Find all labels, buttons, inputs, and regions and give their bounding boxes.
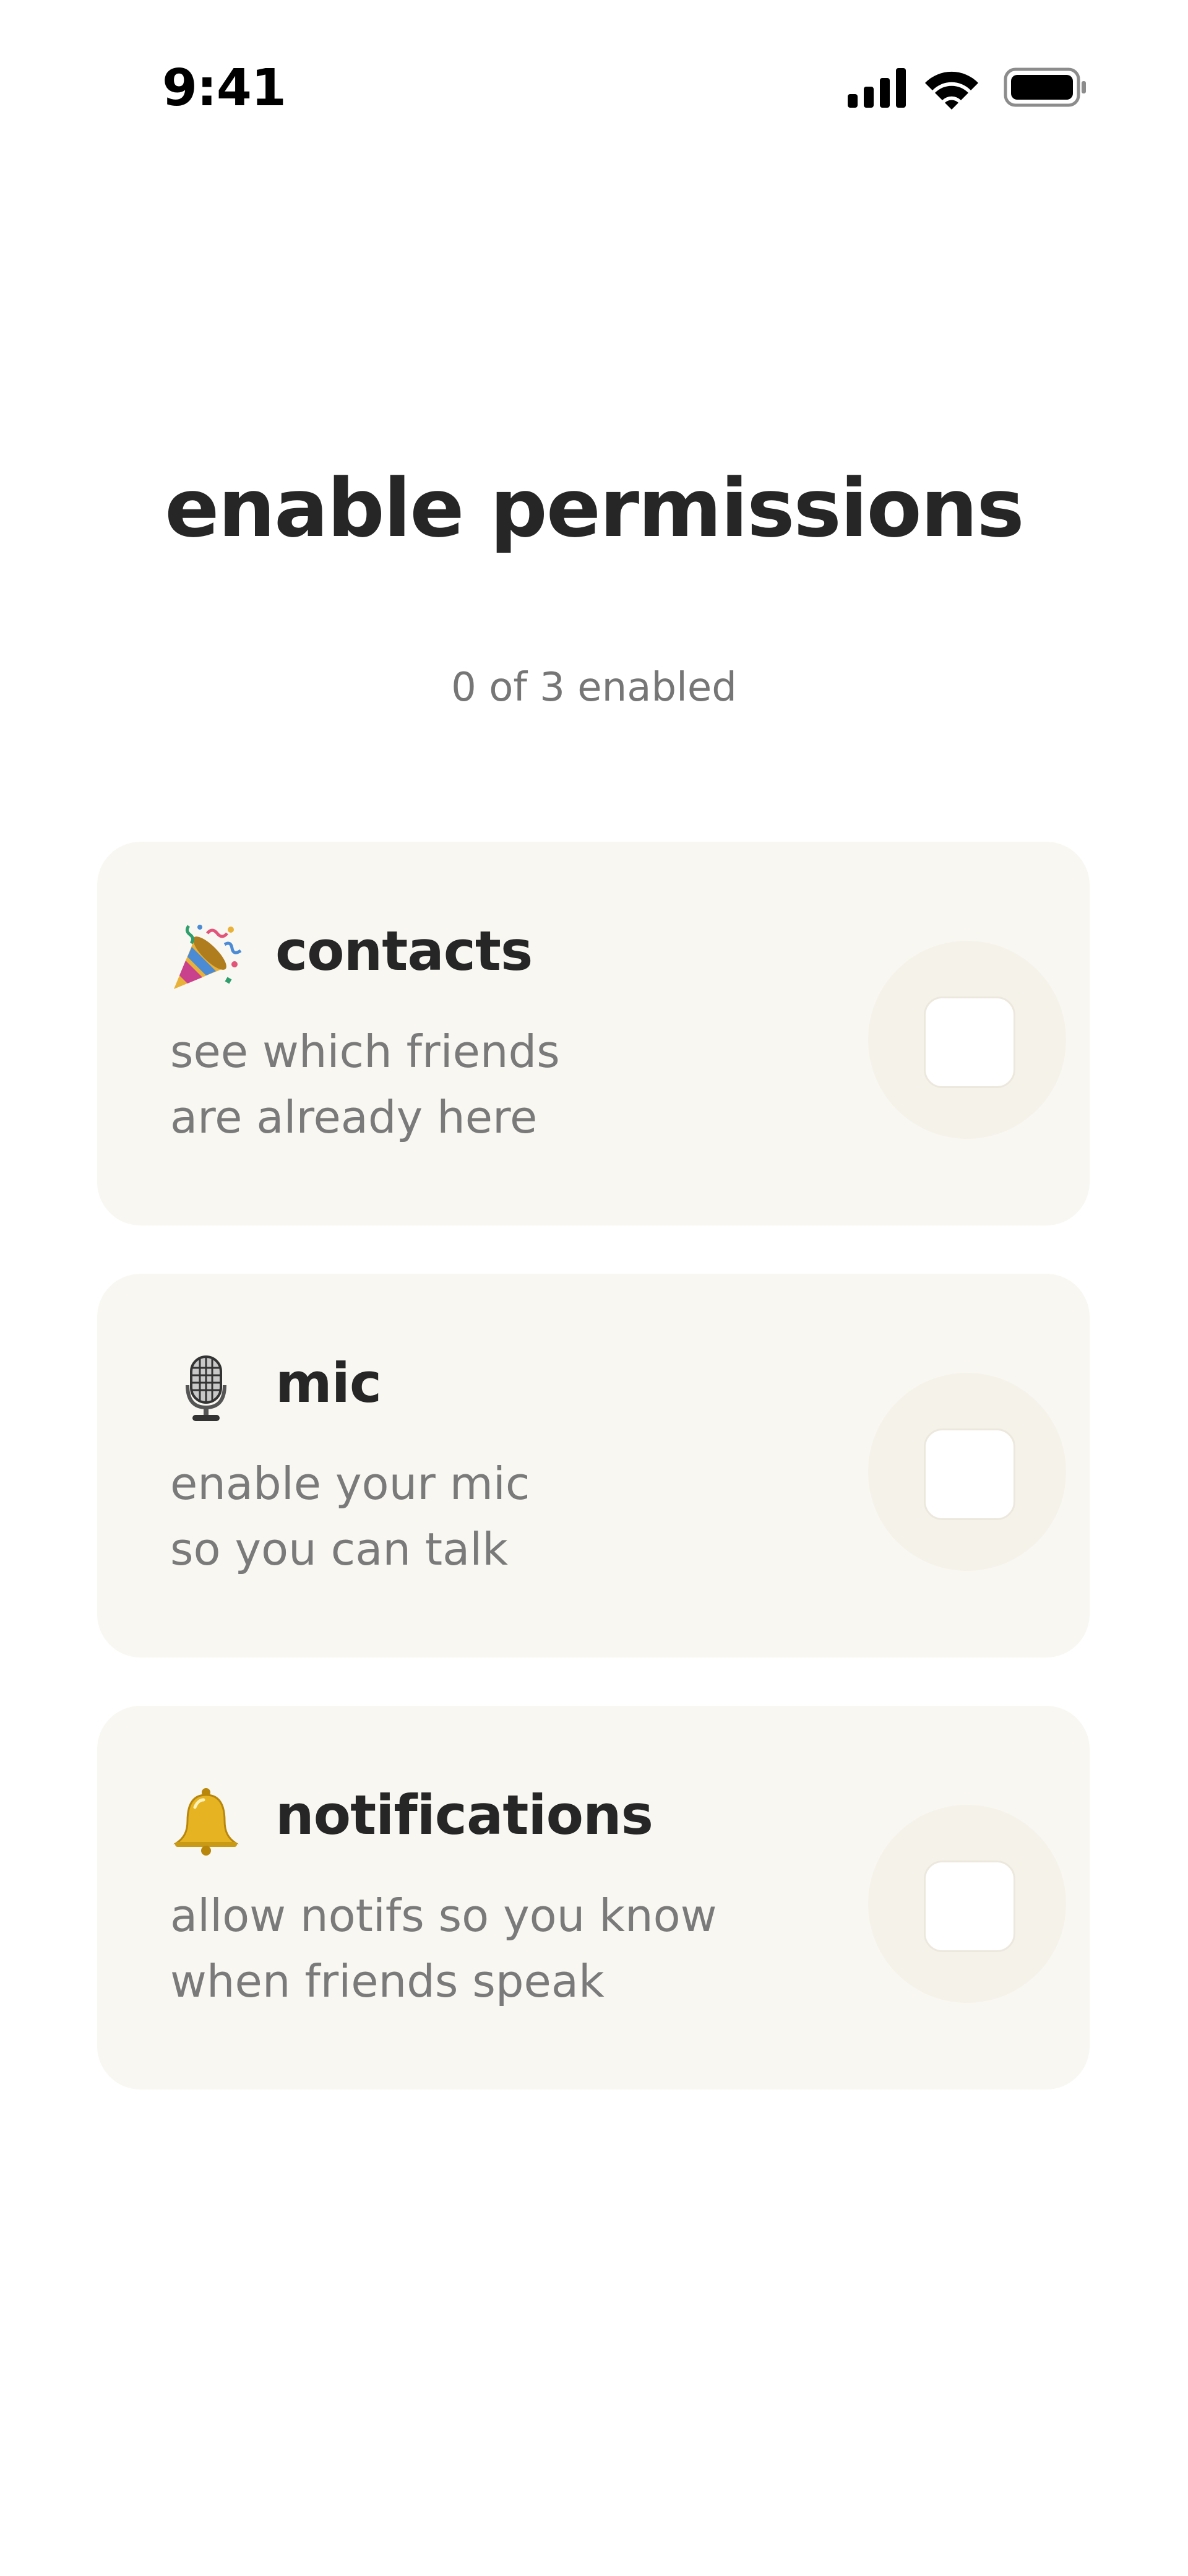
status-bar: 9:41 <box>0 0 1188 179</box>
battery-icon <box>1004 67 1086 107</box>
status-time: 9:41 <box>162 59 286 118</box>
enabled-count: 0 of 3 enabled <box>451 665 737 711</box>
contacts-checkbox[interactable] <box>924 996 1015 1088</box>
permission-title: notifications <box>275 1783 653 1847</box>
permission-title: mic <box>275 1351 382 1415</box>
status-icons <box>848 67 1086 110</box>
permission-card-mic[interactable]: mic enable your mic so you can talk <box>97 1274 1090 1658</box>
permission-card-notifications[interactable]: notifications allow notifs so you know w… <box>97 1706 1090 2090</box>
description-line: when friends speak <box>170 1955 605 2007</box>
wifi-icon <box>925 71 978 110</box>
page-title: enable permissions <box>165 461 1024 555</box>
description-line: allow notifs so you know <box>170 1890 717 1942</box>
description-line: see which friends <box>170 1026 560 1078</box>
description-line: so you can talk <box>170 1523 508 1575</box>
mic-checkbox[interactable] <box>924 1428 1015 1520</box>
cellular-signal-icon <box>848 68 906 108</box>
permission-title: contacts <box>275 919 533 983</box>
description-line: enable your mic <box>170 1458 530 1510</box>
party-popper-icon <box>174 925 242 989</box>
description-line: are already here <box>170 1091 538 1143</box>
bell-icon <box>173 1788 239 1856</box>
permission-card-contacts[interactable]: contacts see which friends are already h… <box>97 842 1090 1225</box>
microphone-icon <box>186 1355 226 1421</box>
permission-description: see which friends are already here <box>170 1019 851 1150</box>
permission-description: enable your mic so you can talk <box>170 1451 851 1582</box>
permission-description: allow notifs so you know when friends sp… <box>170 1883 851 2014</box>
notifications-checkbox[interactable] <box>924 1861 1015 1952</box>
